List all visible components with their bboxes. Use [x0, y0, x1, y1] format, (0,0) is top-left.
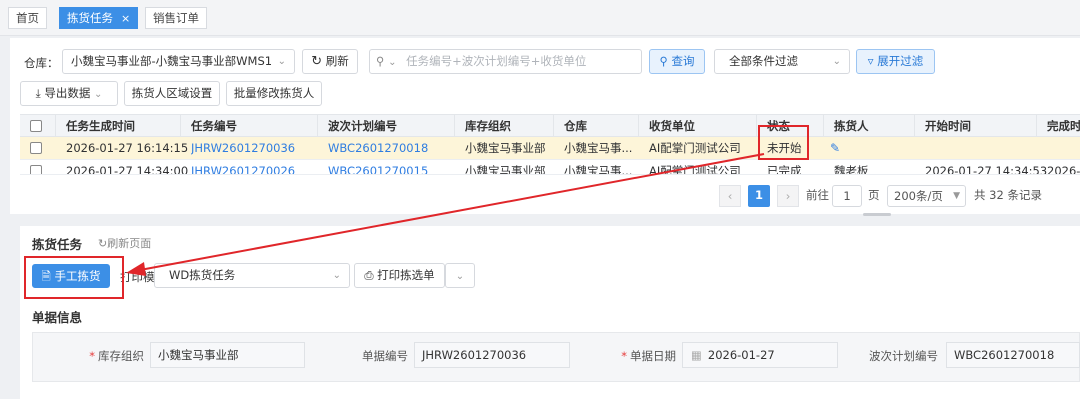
annotation-arrow-icon — [126, 153, 765, 276]
